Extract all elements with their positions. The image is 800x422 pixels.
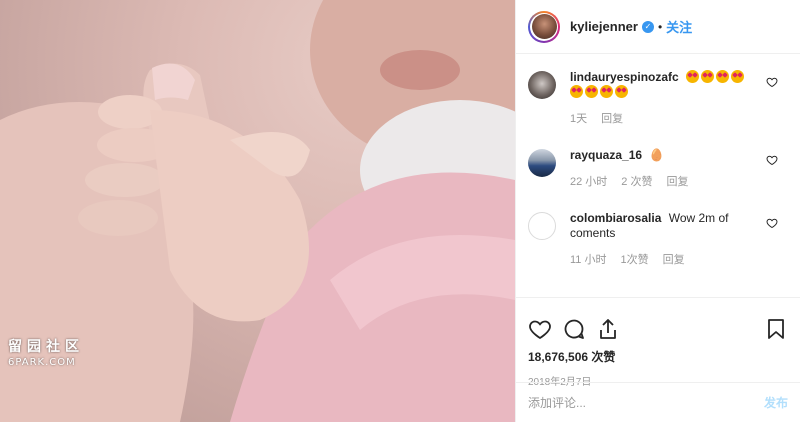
post-photo[interactable]: 留园社区 6PARK.COM (0, 0, 515, 422)
comment-bubble-icon[interactable] (562, 317, 586, 341)
action-bar (516, 297, 800, 352)
heart-outline-icon[interactable] (528, 317, 552, 341)
comment-meta: 22 小时 2 次赞 回复 (570, 173, 770, 189)
comment-item: colombiarosalia Wow 2m of coments 11 小时 … (516, 211, 800, 267)
like-comment-heart-icon[interactable] (766, 76, 778, 88)
comment-text: lindauryespinozafc (570, 70, 770, 100)
comment-text: rayquaza_16 🥚 (570, 148, 770, 163)
reply-button[interactable]: 回复 (663, 251, 685, 267)
add-comment-bar: 发布 (516, 382, 800, 422)
commenter-avatar[interactable] (528, 149, 556, 177)
bookmark-icon[interactable] (764, 317, 788, 341)
post-sidebar: kyliejenner ✓ • 关注 lindauryespinozafc 1天… (515, 0, 800, 422)
comment-content: 🥚 (649, 148, 665, 162)
follow-button[interactable]: 关注 (666, 17, 692, 36)
comment-like-count[interactable]: 2 次赞 (621, 173, 652, 189)
verified-badge-icon: ✓ (641, 20, 654, 33)
post-comment-button[interactable]: 发布 (764, 394, 788, 411)
comment-meta: 1天 回复 (570, 110, 770, 126)
like-comment-heart-icon[interactable] (766, 154, 778, 166)
comment-time[interactable]: 1天 (570, 110, 587, 126)
watermark-cn: 留园社区 (8, 339, 84, 355)
reply-button[interactable]: 回复 (666, 173, 688, 189)
comment-text: colombiarosalia Wow 2m of coments (570, 211, 770, 241)
comment-item: rayquaza_16 🥚 22 小时 2 次赞 回复 (516, 148, 800, 189)
watermark: 留园社区 6PARK.COM (8, 336, 84, 368)
commenter-avatar[interactable] (528, 71, 556, 99)
comment-like-count[interactable]: 1次赞 (620, 251, 648, 267)
comments-list[interactable]: lindauryespinozafc 1天 回复 rayquaza_16 🥚 2… (516, 54, 800, 297)
comment-time[interactable]: 22 小时 (570, 173, 607, 189)
watermark-en: 6PARK.COM (8, 357, 76, 368)
commenter-username[interactable]: rayquaza_16 (570, 148, 642, 162)
commenter-username[interactable]: lindauryespinozafc (570, 70, 679, 84)
comment-item: lindauryespinozafc 1天 回复 (516, 70, 800, 126)
comment-time[interactable]: 11 小时 (570, 251, 606, 267)
share-upload-icon[interactable] (596, 317, 620, 341)
post-header: kyliejenner ✓ • 关注 (516, 0, 800, 54)
commenter-avatar[interactable] (528, 212, 556, 240)
author-username[interactable]: kyliejenner (570, 19, 638, 34)
reply-button[interactable]: 回复 (601, 110, 623, 126)
separator-dot: • (657, 19, 663, 34)
like-count[interactable]: 18,676,506 次赞 (516, 348, 800, 365)
like-comment-heart-icon[interactable] (766, 217, 778, 229)
commenter-username[interactable]: colombiarosalia (570, 211, 661, 225)
comment-meta: 11 小时 1次赞 回复 (570, 251, 770, 267)
author-avatar[interactable] (528, 10, 560, 43)
comment-input[interactable] (528, 395, 764, 410)
